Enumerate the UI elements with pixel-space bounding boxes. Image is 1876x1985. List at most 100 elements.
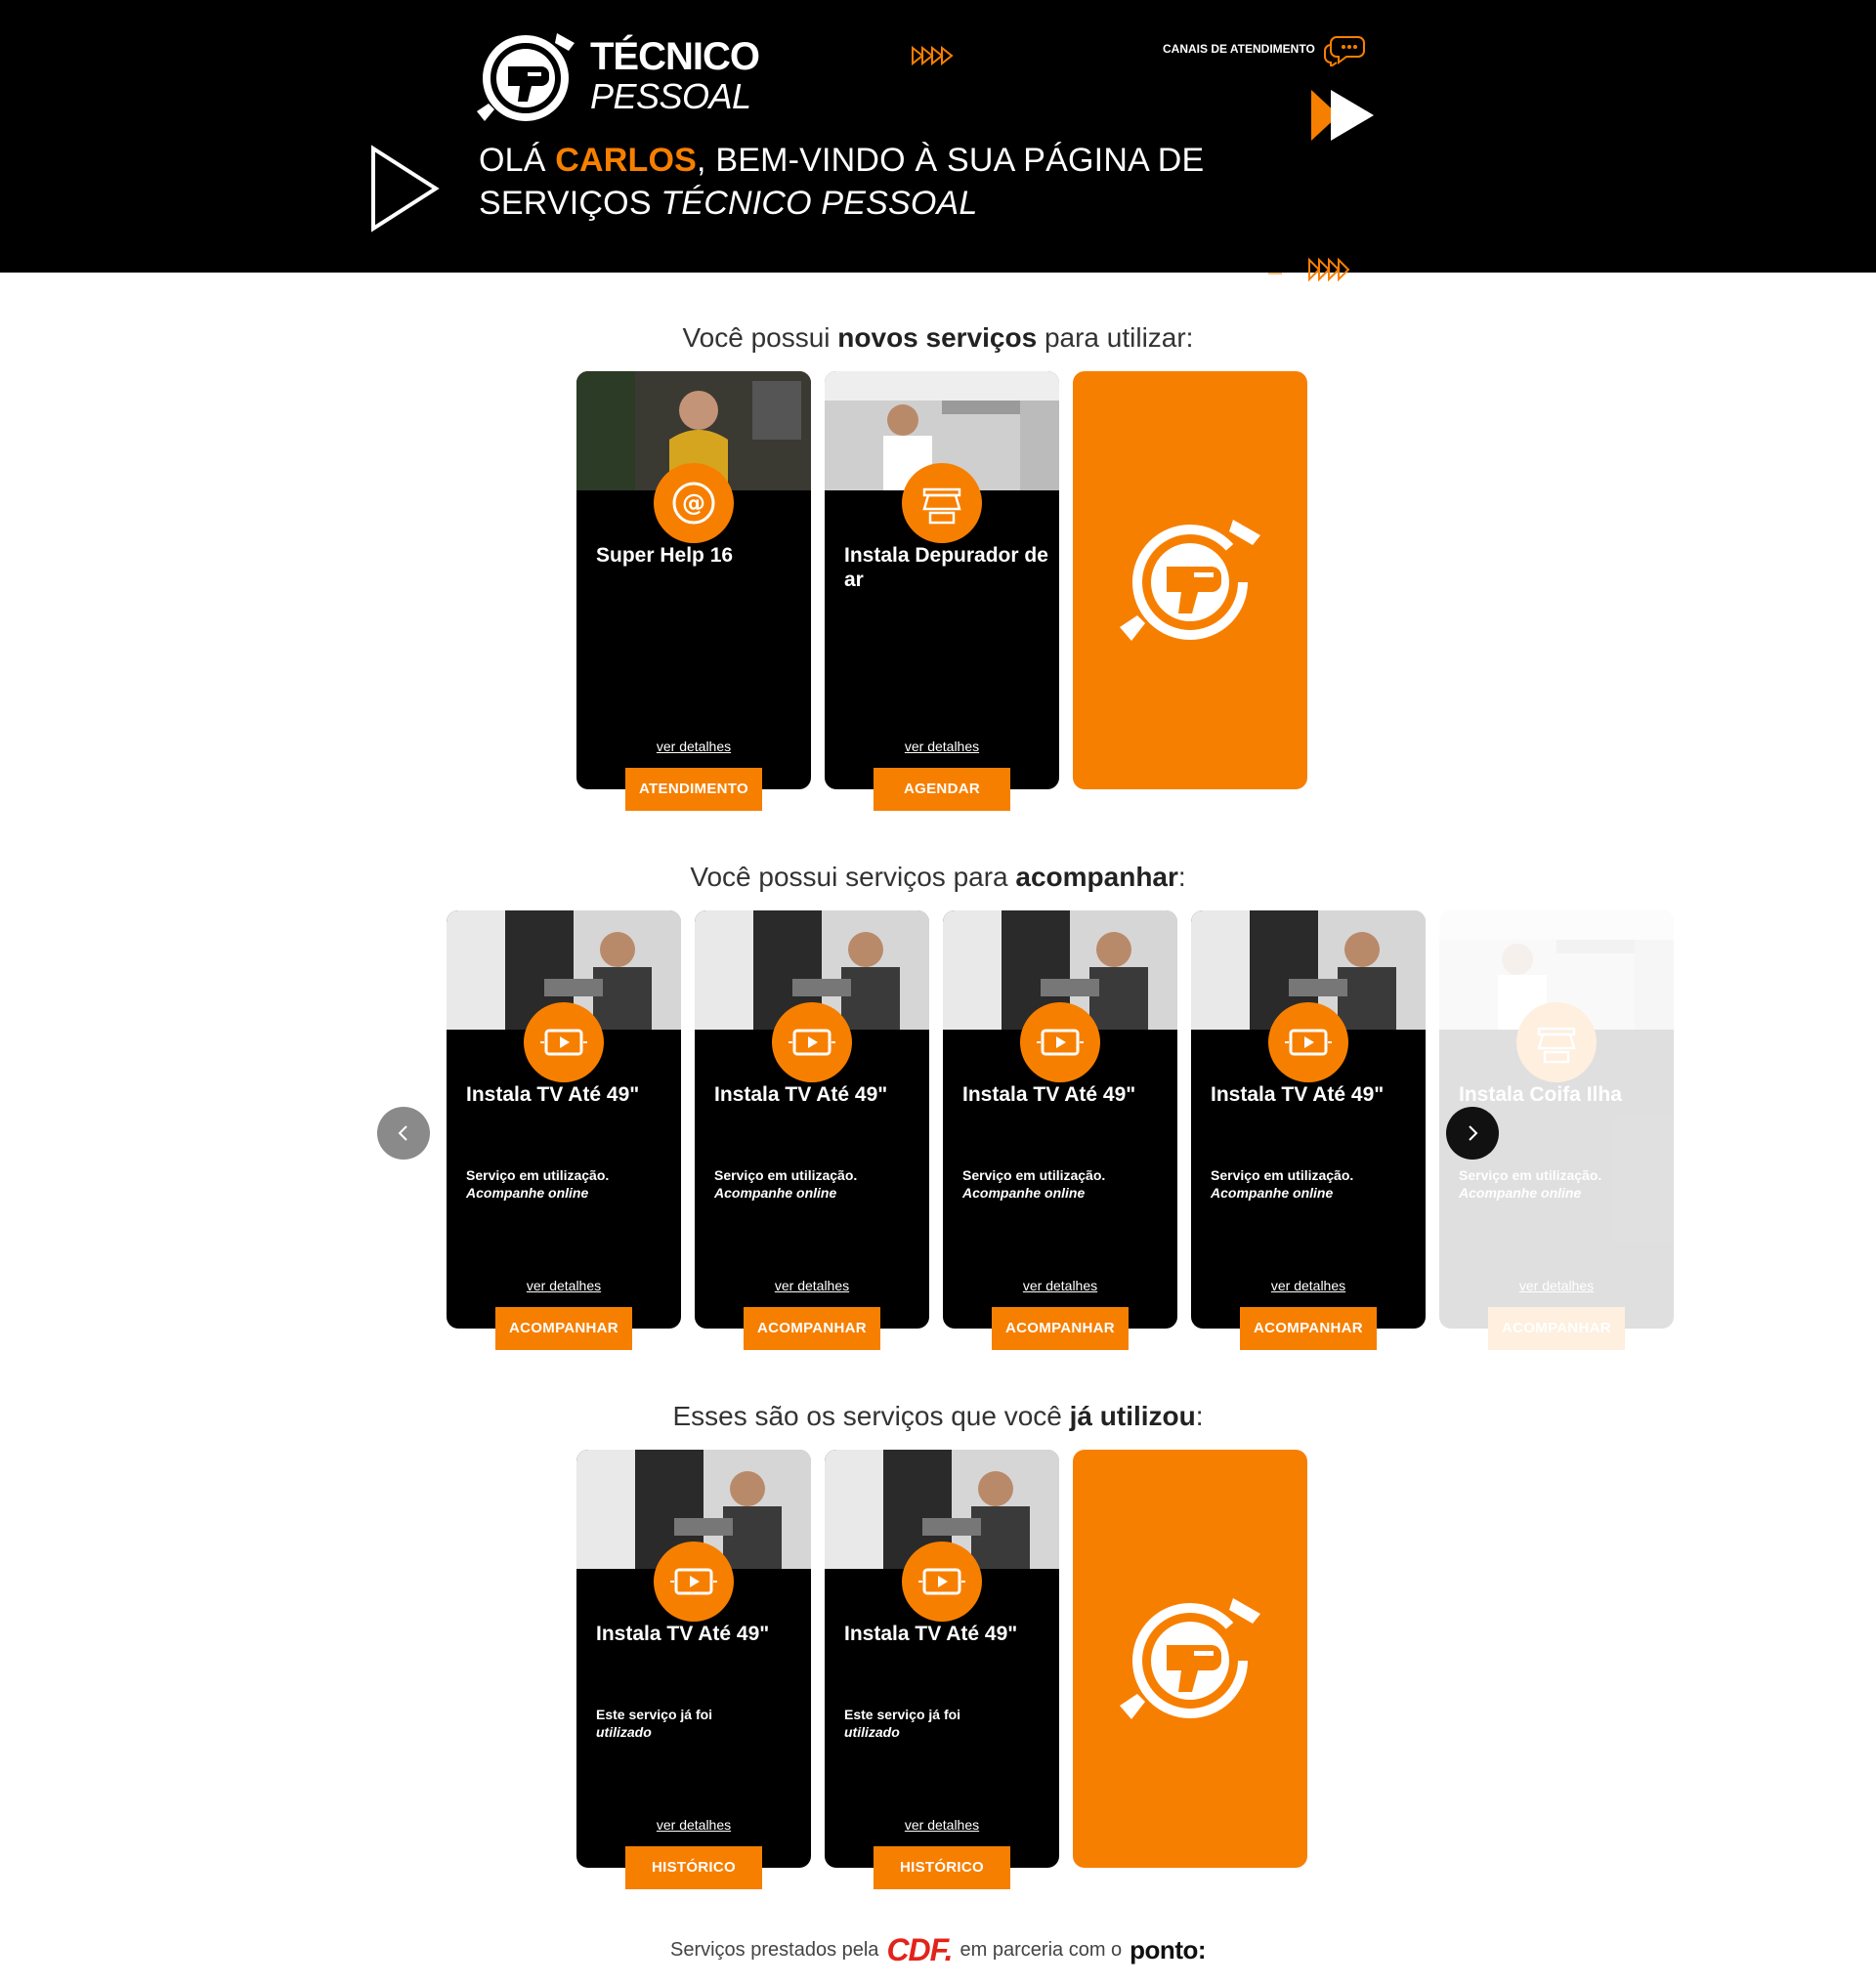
view-details-link[interactable]: ver detalhes [1191,1278,1426,1293]
chat-bubble-icon [1323,36,1365,66]
service-status-em: utilizado [596,1724,652,1740]
play-outline-icon [371,145,440,232]
service-title: Instala TV Até 49" [1211,1083,1385,1106]
service-badge [902,463,982,543]
service-status-text: Este serviço já foi [844,1707,961,1722]
service-action-button[interactable]: ACOMPANHAR [1240,1307,1377,1350]
service-title: Instala TV Até 49" [714,1083,888,1106]
title-bold: já utilizou [1069,1401,1196,1431]
welcome-brand: TÉCNICO PESSOAL [661,185,978,222]
service-title: Instala Depurador de ar [844,544,1048,591]
tecnico-pessoal-logo-icon [1120,520,1260,641]
service-status-em: Acompanhe online [1211,1185,1334,1201]
cdf-logo: CDF. [886,1932,953,1967]
title-bold: acompanhar [1015,862,1178,892]
tv-icon [918,1568,965,1595]
service-badge [524,1002,604,1082]
carousel-prev-button[interactable] [377,1107,430,1160]
title-post: : [1177,862,1186,892]
service-status-em: Acompanhe online [466,1185,589,1201]
service-badge: @ [654,463,734,543]
service-status-em: Acompanhe online [1459,1185,1582,1201]
service-card: @ Super Help 16 ver detalhes ATENDIMENTO [576,371,811,811]
chevrons-decoration-icon [1268,257,1350,282]
service-status-text: Este serviço já foi [596,1707,713,1722]
footer-text-mid: em parceria com o [959,1939,1123,1961]
view-details-link[interactable]: ver detalhes [825,1817,1059,1833]
service-card: Instala Depurador de ar ver detalhes AGEND… [825,371,1059,811]
tecnico-pessoal-logo-icon [1120,1598,1260,1719]
service-badge [1020,1002,1100,1082]
tv-icon [789,1029,835,1056]
carousel-next-button[interactable] [1446,1107,1499,1160]
service-action-button[interactable]: ACOMPANHAR [1488,1307,1625,1350]
service-title: Super Help 16 [596,544,734,567]
title-post: para utilizar: [1037,322,1194,353]
follow-services-title: Você possui serviços para acompanhar: [0,862,1876,893]
svg-text:@: @ [682,489,705,517]
service-badge [772,1002,852,1082]
used-services-title: Esses são os serviços que você já utiliz… [0,1401,1876,1432]
service-action-button[interactable]: HISTÓRICO [874,1846,1010,1889]
title-pre: Esses são os serviços que você [672,1401,1070,1431]
service-action-button[interactable]: ATENDIMENTO [625,768,762,811]
service-action-button[interactable]: ACOMPANHAR [992,1307,1129,1350]
service-status: Serviço em utilização. Acompanhe online [466,1166,671,1202]
welcome-heading: OLÁ CARLOS, BEM-VINDO À SUA PÁGINA DE SE… [479,139,1221,225]
view-details-link[interactable]: ver detalhes [576,739,811,754]
page-header: TÉCNICO PESSOAL CANAIS DE ATENDIMENTO OL… [0,0,1876,282]
service-badge [654,1542,734,1622]
service-card: Instala TV Até 49" Serviço em utilização.… [695,910,929,1350]
view-details-link[interactable]: ver detalhes [825,739,1059,754]
service-action-button[interactable]: ACOMPANHAR [495,1307,632,1350]
service-title: Instala TV Até 49" [844,1623,1018,1645]
chevron-left-icon [398,1125,407,1141]
service-title: Instala TV Até 49" [596,1623,770,1645]
service-status-text: Serviço em utilização. [1211,1167,1354,1183]
title-bold: novos serviços [837,322,1038,353]
at-sign-icon: @ [672,482,715,525]
view-details-link[interactable]: ver detalhes [1439,1278,1674,1293]
service-card: Instala TV Até 49" Serviço em utilização.… [943,910,1177,1350]
service-title: Instala Coifa Ilha [1459,1083,1622,1106]
service-action-button[interactable]: AGENDAR [874,768,1010,811]
welcome-prefix: OLÁ [479,142,556,179]
service-status-text: Serviço em utilização. [466,1167,610,1183]
range-hood-icon [922,487,961,525]
support-channels-link[interactable]: CANAIS DE ATENDIMENTO [1163,29,1366,68]
chevron-right-icon [1469,1125,1478,1141]
logo-line1: TÉCNICO [590,35,760,78]
service-card: Instala TV Até 49" Este serviço já foi uti… [576,1450,811,1889]
logo[interactable]: TÉCNICO PESSOAL [469,27,760,129]
service-action-button[interactable]: ACOMPANHAR [744,1307,880,1350]
service-card: Instala TV Até 49" Serviço em utilização.… [447,910,681,1350]
service-status-em: Acompanhe online [962,1185,1086,1201]
service-title: Instala TV Até 49" [962,1083,1136,1106]
title-post: : [1195,1401,1204,1431]
service-status: Este serviço já foi utilizado [844,1706,1049,1741]
double-play-icon [1311,90,1374,141]
view-details-link[interactable]: ver detalhes [447,1278,681,1293]
promo-card [1073,371,1307,789]
support-channels-label: CANAIS DE ATENDIMENTO [1163,42,1315,56]
service-status-text: Serviço em utilização. [962,1167,1106,1183]
ponto-logo: ponto: [1130,1935,1207,1964]
promo-card [1073,1450,1307,1868]
logo-line2: PESSOAL [590,76,751,116]
view-details-link[interactable]: ver detalhes [576,1817,811,1833]
logo-text: TÉCNICO PESSOAL [590,35,760,116]
view-details-link[interactable]: ver detalhes [695,1278,929,1293]
service-status: Serviço em utilização. Acompanhe online [962,1166,1168,1202]
view-details-link[interactable]: ver detalhes [943,1278,1177,1293]
tv-icon [1285,1029,1332,1056]
service-badge [902,1542,982,1622]
service-badge [1268,1002,1348,1082]
title-pre: Você possui serviços para [690,862,1016,892]
new-services-title: Você possui novos serviços para utilizar… [0,322,1876,354]
service-status: Serviço em utilização. Acompanhe online [1459,1166,1664,1202]
service-title: Instala TV Até 49" [466,1083,640,1106]
service-status-em: utilizado [844,1724,900,1740]
service-badge [1516,1002,1597,1082]
service-action-button[interactable]: HISTÓRICO [625,1846,762,1889]
range-hood-icon [1537,1027,1576,1064]
